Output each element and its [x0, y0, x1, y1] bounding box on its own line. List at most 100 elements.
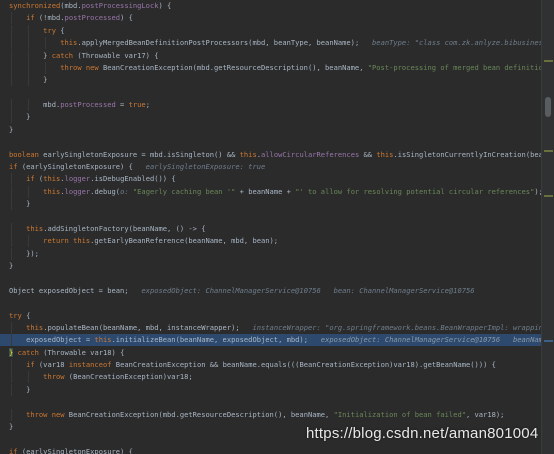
code-line[interactable]: boolean earlySingletonExposure = mbd.isS… — [0, 149, 541, 161]
editor-scrollbar[interactable] — [541, 0, 554, 454]
code-line[interactable] — [0, 210, 541, 222]
code-line[interactable]: if (earlySingletonExposure) { earlySingl… — [0, 161, 541, 173]
code-token: (Throwable var17) { — [73, 50, 159, 60]
code-token: { — [21, 310, 31, 320]
indent-guide — [11, 247, 12, 260]
code-line[interactable]: } — [0, 124, 541, 136]
code-token: .getEarlyBeanReference(beanName, mbd, be… — [90, 236, 279, 246]
code-line[interactable]: this.addSingletonFactory(beanName, () ->… — [0, 222, 541, 235]
indent-guide — [11, 185, 12, 198]
indent-guide — [28, 185, 30, 198]
indent-guide — [28, 49, 30, 62]
code-line[interactable]: this.populateBean(beanName, mbd, instanc… — [0, 321, 541, 334]
code-token: try — [43, 25, 56, 35]
code-token: } — [9, 50, 52, 60]
code-line[interactable]: try { — [0, 310, 541, 322]
code-line[interactable] — [0, 87, 541, 99]
code-token: (!mbd. — [34, 13, 65, 23]
code-token: logger — [64, 186, 91, 196]
code-token: postProcessed — [60, 100, 116, 110]
code-line[interactable] — [0, 297, 541, 309]
code-token: instanceof — [68, 360, 112, 370]
code-line[interactable]: } — [0, 74, 541, 87]
error-stripe-mark[interactable] — [544, 195, 553, 197]
indent-guide — [11, 408, 12, 421]
code-line[interactable] — [0, 136, 541, 148]
code-token: boolean — [9, 149, 39, 159]
code-line[interactable]: this.applyMergedBeanDefinitionPostProces… — [0, 37, 541, 50]
code-token: (BeanCreationException)var18; — [64, 372, 193, 382]
code-token: if — [9, 446, 18, 454]
indent-guide — [11, 173, 12, 186]
code-line[interactable]: } — [0, 111, 541, 124]
code-editor[interactable]: synchronized(mbd.postProcessingLock) { i… — [0, 0, 541, 454]
code-token: ; — [145, 100, 150, 110]
code-token: ( — [34, 174, 44, 184]
code-token: + beanName + — [235, 186, 296, 196]
code-token: this — [26, 322, 44, 332]
code-token: } — [9, 260, 14, 270]
code-token: Object exposedObject = bean; — [9, 285, 142, 295]
code-token: } — [9, 384, 31, 394]
code-token: , var18); — [466, 409, 505, 419]
indent-guide — [11, 37, 12, 50]
indent-guide — [11, 235, 12, 248]
code-line[interactable]: if (earlySingletonExposure) { — [0, 446, 541, 454]
code-line[interactable]: this.logger.debug(o: "Eagerly caching be… — [0, 185, 541, 198]
code-line[interactable]: if (!mbd.postProcessed) { — [0, 12, 541, 25]
code-token: if — [26, 174, 35, 184]
code-token: } — [9, 199, 31, 209]
indent-guide — [28, 99, 30, 112]
indent-guide — [11, 198, 12, 211]
code-line[interactable]: if (var18 instanceof BeanCreationExcepti… — [0, 359, 541, 372]
indent-guide — [28, 235, 30, 248]
code-token: if — [26, 13, 35, 23]
code-token: this — [94, 335, 112, 345]
code-token: exposedObject: ChannelManagerService@107… — [141, 285, 475, 295]
code-token: return this — [43, 236, 91, 246]
error-stripe-mark[interactable] — [544, 150, 553, 152]
code-line[interactable]: exposedObject = this.initializeBean(bean… — [0, 334, 541, 347]
code-line[interactable]: }); — [0, 247, 541, 260]
indent-guide — [11, 61, 12, 74]
error-stripe-mark[interactable] — [544, 340, 553, 342]
code-line[interactable]: throw new BeanCreationException(mbd.getR… — [0, 61, 541, 74]
code-line[interactable] — [0, 272, 541, 284]
code-line[interactable]: Object exposedObject = bean; exposedObje… — [0, 285, 541, 297]
watermark-text: https://blog.csdn.net/aman801004 — [306, 425, 539, 442]
indent-guide — [11, 24, 12, 37]
code-line[interactable]: synchronized(mbd.postProcessingLock) { — [0, 0, 541, 12]
error-stripe-mark[interactable] — [544, 60, 553, 62]
scrollbar-thumb[interactable] — [545, 97, 551, 117]
code-token: catch — [17, 347, 39, 357]
code-token: if — [26, 360, 35, 370]
code-token: .isSingletonCurrentlyInCreation(beanName… — [393, 149, 541, 159]
code-line[interactable]: } catch (Throwable var18) { — [0, 347, 541, 359]
code-line[interactable]: throw (BeanCreationException)var18; — [0, 371, 541, 384]
code-token: mbd. — [9, 100, 61, 110]
indent-guide — [11, 99, 12, 112]
code-token: "Eagerly caching bean '" — [132, 186, 236, 196]
indent-guide — [11, 371, 12, 384]
code-line[interactable]: } — [0, 260, 541, 272]
code-line[interactable]: try { — [0, 24, 541, 37]
code-line[interactable]: return this.getEarlyBeanReference(beanNa… — [0, 235, 541, 248]
code-line[interactable]: } — [0, 383, 541, 396]
code-token: "' to allow for resolving potential circ… — [295, 186, 535, 196]
code-token: && — [359, 149, 377, 159]
code-line[interactable] — [0, 396, 541, 408]
code-token: try — [9, 310, 22, 320]
code-token: BeanCreationException(mbd.getResourceDes… — [98, 62, 368, 72]
indent-guide — [45, 61, 47, 74]
code-line[interactable]: if (this.logger.isDebugEnabled()) { — [0, 173, 541, 186]
code-line[interactable]: } — [0, 198, 541, 211]
indent-guide — [11, 334, 12, 347]
code-token: earlySingletonExposure = mbd.isSingleton… — [38, 149, 240, 159]
code-line[interactable]: mbd.postProcessed = true; — [0, 99, 541, 112]
code-token: ) { — [120, 13, 133, 23]
code-line[interactable]: throw new BeanCreationException(mbd.getR… — [0, 408, 541, 421]
code-line[interactable]: } catch (Throwable var17) { — [0, 49, 541, 62]
